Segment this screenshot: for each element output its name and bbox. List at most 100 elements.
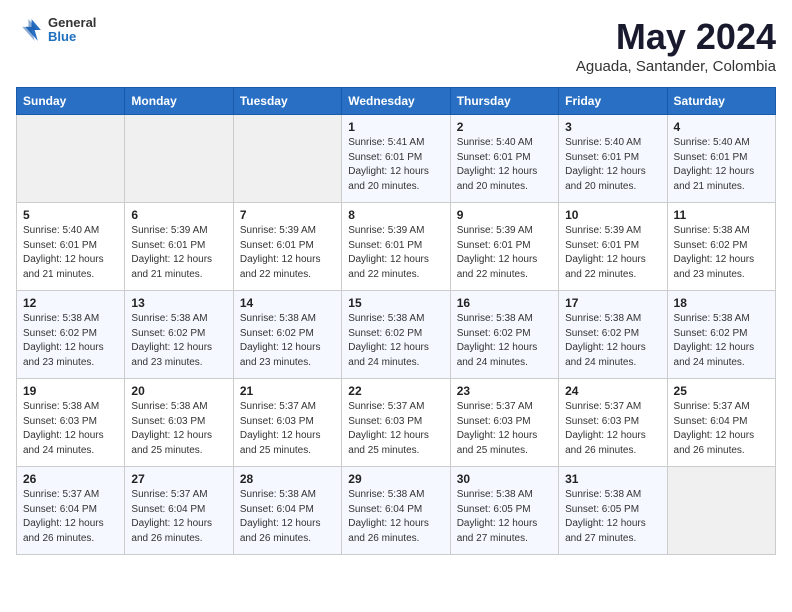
calendar-cell: 26Sunrise: 5:37 AM Sunset: 6:04 PM Dayli… bbox=[17, 467, 125, 555]
day-info: Sunrise: 5:37 AM Sunset: 6:04 PM Dayligh… bbox=[674, 400, 769, 458]
day-number: 29 bbox=[348, 472, 443, 486]
day-number: 30 bbox=[457, 472, 552, 486]
calendar-cell: 13 Sunrise: 5:38 AM Sunset: 6:02 PM Dayli… bbox=[125, 291, 233, 379]
day-info: Sunrise: 5:38 AM Sunset: 6:04 PM Dayligh… bbox=[240, 488, 335, 546]
day-info: Sunrise: 5:37 AM Sunset: 6:03 PM Dayligh… bbox=[565, 400, 660, 458]
logo-icon bbox=[16, 16, 44, 44]
calendar-cell: 19 Sunrise: 5:38 AM Sunset: 6:03 PM Dayli… bbox=[17, 379, 125, 467]
day-number: 5 bbox=[23, 208, 118, 222]
day-info: Sunrise: 5:38 AM Sunset: 6:02 PM Dayligh… bbox=[457, 312, 552, 370]
day-number: 19 bbox=[23, 384, 118, 398]
day-number: 18 bbox=[674, 296, 769, 310]
calendar-cell: 8Sunrise: 5:39 AM Sunset: 6:01 PM Daylig… bbox=[342, 203, 450, 291]
calendar-table: SundayMondayTuesdayWednesdayThursdayFrid… bbox=[16, 87, 776, 555]
location-subtitle: Aguada, Santander, Colombia bbox=[576, 58, 776, 75]
day-number: 14 bbox=[240, 296, 335, 310]
day-info: Sunrise: 5:41 AM Sunset: 6:01 PM Dayligh… bbox=[348, 136, 443, 194]
calendar-cell: 16 Sunrise: 5:38 AM Sunset: 6:02 PM Dayli… bbox=[450, 291, 558, 379]
day-info: Sunrise: 5:38 AM Sunset: 6:05 PM Dayligh… bbox=[457, 488, 552, 546]
day-info: Sunrise: 5:37 AM Sunset: 6:03 PM Dayligh… bbox=[348, 400, 443, 458]
calendar-cell: 27 Sunrise: 5:37 AM Sunset: 6:04 PM Dayli… bbox=[125, 467, 233, 555]
day-number: 17 bbox=[565, 296, 660, 310]
calendar-cell bbox=[125, 115, 233, 203]
day-info: Sunrise: 5:40 AM Sunset: 6:01 PM Dayligh… bbox=[457, 136, 552, 194]
calendar-cell: 5 Sunrise: 5:40 AM Sunset: 6:01 PM Daylig… bbox=[17, 203, 125, 291]
day-number: 24 bbox=[565, 384, 660, 398]
day-number: 15 bbox=[348, 296, 443, 310]
calendar-cell: 11 Sunrise: 5:38 AM Sunset: 6:02 PM Dayli… bbox=[667, 203, 775, 291]
calendar-cell bbox=[17, 115, 125, 203]
calendar-cell bbox=[233, 115, 341, 203]
day-number: 13 bbox=[131, 296, 226, 310]
calendar-cell: 9 Sunrise: 5:39 AM Sunset: 6:01 PM Daylig… bbox=[450, 203, 558, 291]
calendar-cell: 23 Sunrise: 5:37 AM Sunset: 6:03 PM Dayli… bbox=[450, 379, 558, 467]
day-info: Sunrise: 5:37 AM Sunset: 6:03 PM Dayligh… bbox=[240, 400, 335, 458]
calendar-cell: 3 Sunrise: 5:40 AM Sunset: 6:01 PM Daylig… bbox=[559, 115, 667, 203]
calendar-cell: 20Sunrise: 5:38 AM Sunset: 6:03 PM Dayli… bbox=[125, 379, 233, 467]
calendar-cell: 17 Sunrise: 5:38 AM Sunset: 6:02 PM Dayli… bbox=[559, 291, 667, 379]
weekday-header-tuesday: Tuesday bbox=[233, 88, 341, 115]
calendar-cell: 10 Sunrise: 5:39 AM Sunset: 6:01 PM Dayli… bbox=[559, 203, 667, 291]
day-info: Sunrise: 5:39 AM Sunset: 6:01 PM Dayligh… bbox=[565, 224, 660, 282]
week-row-1: 1 Sunrise: 5:41 AM Sunset: 6:01 PM Daylig… bbox=[17, 115, 776, 203]
day-info: Sunrise: 5:37 AM Sunset: 6:03 PM Dayligh… bbox=[457, 400, 552, 458]
day-info: Sunrise: 5:37 AM Sunset: 6:04 PM Dayligh… bbox=[131, 488, 226, 546]
calendar-cell: 18 Sunrise: 5:38 AM Sunset: 6:02 PM Dayli… bbox=[667, 291, 775, 379]
day-info: Sunrise: 5:38 AM Sunset: 6:03 PM Dayligh… bbox=[23, 400, 118, 458]
day-info: Sunrise: 5:38 AM Sunset: 6:04 PM Dayligh… bbox=[348, 488, 443, 546]
day-number: 4 bbox=[674, 120, 769, 134]
day-info: Sunrise: 5:39 AM Sunset: 6:01 PM Dayligh… bbox=[457, 224, 552, 282]
day-number: 16 bbox=[457, 296, 552, 310]
calendar-cell: 31 Sunrise: 5:38 AM Sunset: 6:05 PM Dayli… bbox=[559, 467, 667, 555]
day-info: Sunrise: 5:39 AM Sunset: 6:01 PM Dayligh… bbox=[348, 224, 443, 282]
day-number: 6 bbox=[131, 208, 226, 222]
weekday-header-wednesday: Wednesday bbox=[342, 88, 450, 115]
day-number: 23 bbox=[457, 384, 552, 398]
week-row-2: 5 Sunrise: 5:40 AM Sunset: 6:01 PM Daylig… bbox=[17, 203, 776, 291]
day-number: 7 bbox=[240, 208, 335, 222]
calendar-cell bbox=[667, 467, 775, 555]
calendar-cell: 29 Sunrise: 5:38 AM Sunset: 6:04 PM Dayli… bbox=[342, 467, 450, 555]
day-info: Sunrise: 5:40 AM Sunset: 6:01 PM Dayligh… bbox=[23, 224, 118, 282]
logo: General Blue bbox=[16, 16, 96, 45]
logo-line2: Blue bbox=[48, 30, 96, 44]
header: General Blue May 2024 Aguada, Santander,… bbox=[16, 16, 776, 75]
weekday-header-saturday: Saturday bbox=[667, 88, 775, 115]
day-info: Sunrise: 5:38 AM Sunset: 6:02 PM Dayligh… bbox=[131, 312, 226, 370]
day-info: Sunrise: 5:38 AM Sunset: 6:02 PM Dayligh… bbox=[674, 224, 769, 282]
title-area: May 2024 Aguada, Santander, Colombia bbox=[576, 16, 776, 75]
day-info: Sunrise: 5:38 AM Sunset: 6:02 PM Dayligh… bbox=[674, 312, 769, 370]
day-number: 27 bbox=[131, 472, 226, 486]
calendar-cell: 21Sunrise: 5:37 AM Sunset: 6:03 PM Dayli… bbox=[233, 379, 341, 467]
weekday-header-sunday: Sunday bbox=[17, 88, 125, 115]
calendar-cell: 28 Sunrise: 5:38 AM Sunset: 6:04 PM Dayli… bbox=[233, 467, 341, 555]
calendar-cell: 22 Sunrise: 5:37 AM Sunset: 6:03 PM Dayli… bbox=[342, 379, 450, 467]
calendar-cell: 4Sunrise: 5:40 AM Sunset: 6:01 PM Daylig… bbox=[667, 115, 775, 203]
day-info: Sunrise: 5:38 AM Sunset: 6:02 PM Dayligh… bbox=[348, 312, 443, 370]
day-info: Sunrise: 5:38 AM Sunset: 6:05 PM Dayligh… bbox=[565, 488, 660, 546]
day-number: 3 bbox=[565, 120, 660, 134]
day-number: 25 bbox=[674, 384, 769, 398]
day-number: 9 bbox=[457, 208, 552, 222]
weekday-header-thursday: Thursday bbox=[450, 88, 558, 115]
calendar-cell: 1 Sunrise: 5:41 AM Sunset: 6:01 PM Daylig… bbox=[342, 115, 450, 203]
day-info: Sunrise: 5:38 AM Sunset: 6:02 PM Dayligh… bbox=[23, 312, 118, 370]
day-number: 2 bbox=[457, 120, 552, 134]
day-number: 22 bbox=[348, 384, 443, 398]
day-number: 11 bbox=[674, 208, 769, 222]
day-number: 26 bbox=[23, 472, 118, 486]
day-number: 20 bbox=[131, 384, 226, 398]
day-info: Sunrise: 5:38 AM Sunset: 6:02 PM Dayligh… bbox=[240, 312, 335, 370]
day-number: 12 bbox=[23, 296, 118, 310]
calendar-cell: 6 Sunrise: 5:39 AM Sunset: 6:01 PM Daylig… bbox=[125, 203, 233, 291]
day-number: 10 bbox=[565, 208, 660, 222]
day-info: Sunrise: 5:40 AM Sunset: 6:01 PM Dayligh… bbox=[565, 136, 660, 194]
day-number: 28 bbox=[240, 472, 335, 486]
day-info: Sunrise: 5:39 AM Sunset: 6:01 PM Dayligh… bbox=[240, 224, 335, 282]
logo-text: General Blue bbox=[48, 16, 96, 45]
day-info: Sunrise: 5:39 AM Sunset: 6:01 PM Dayligh… bbox=[131, 224, 226, 282]
day-number: 31 bbox=[565, 472, 660, 486]
day-number: 1 bbox=[348, 120, 443, 134]
day-info: Sunrise: 5:38 AM Sunset: 6:02 PM Dayligh… bbox=[565, 312, 660, 370]
calendar-cell: 7 Sunrise: 5:39 AM Sunset: 6:01 PM Daylig… bbox=[233, 203, 341, 291]
